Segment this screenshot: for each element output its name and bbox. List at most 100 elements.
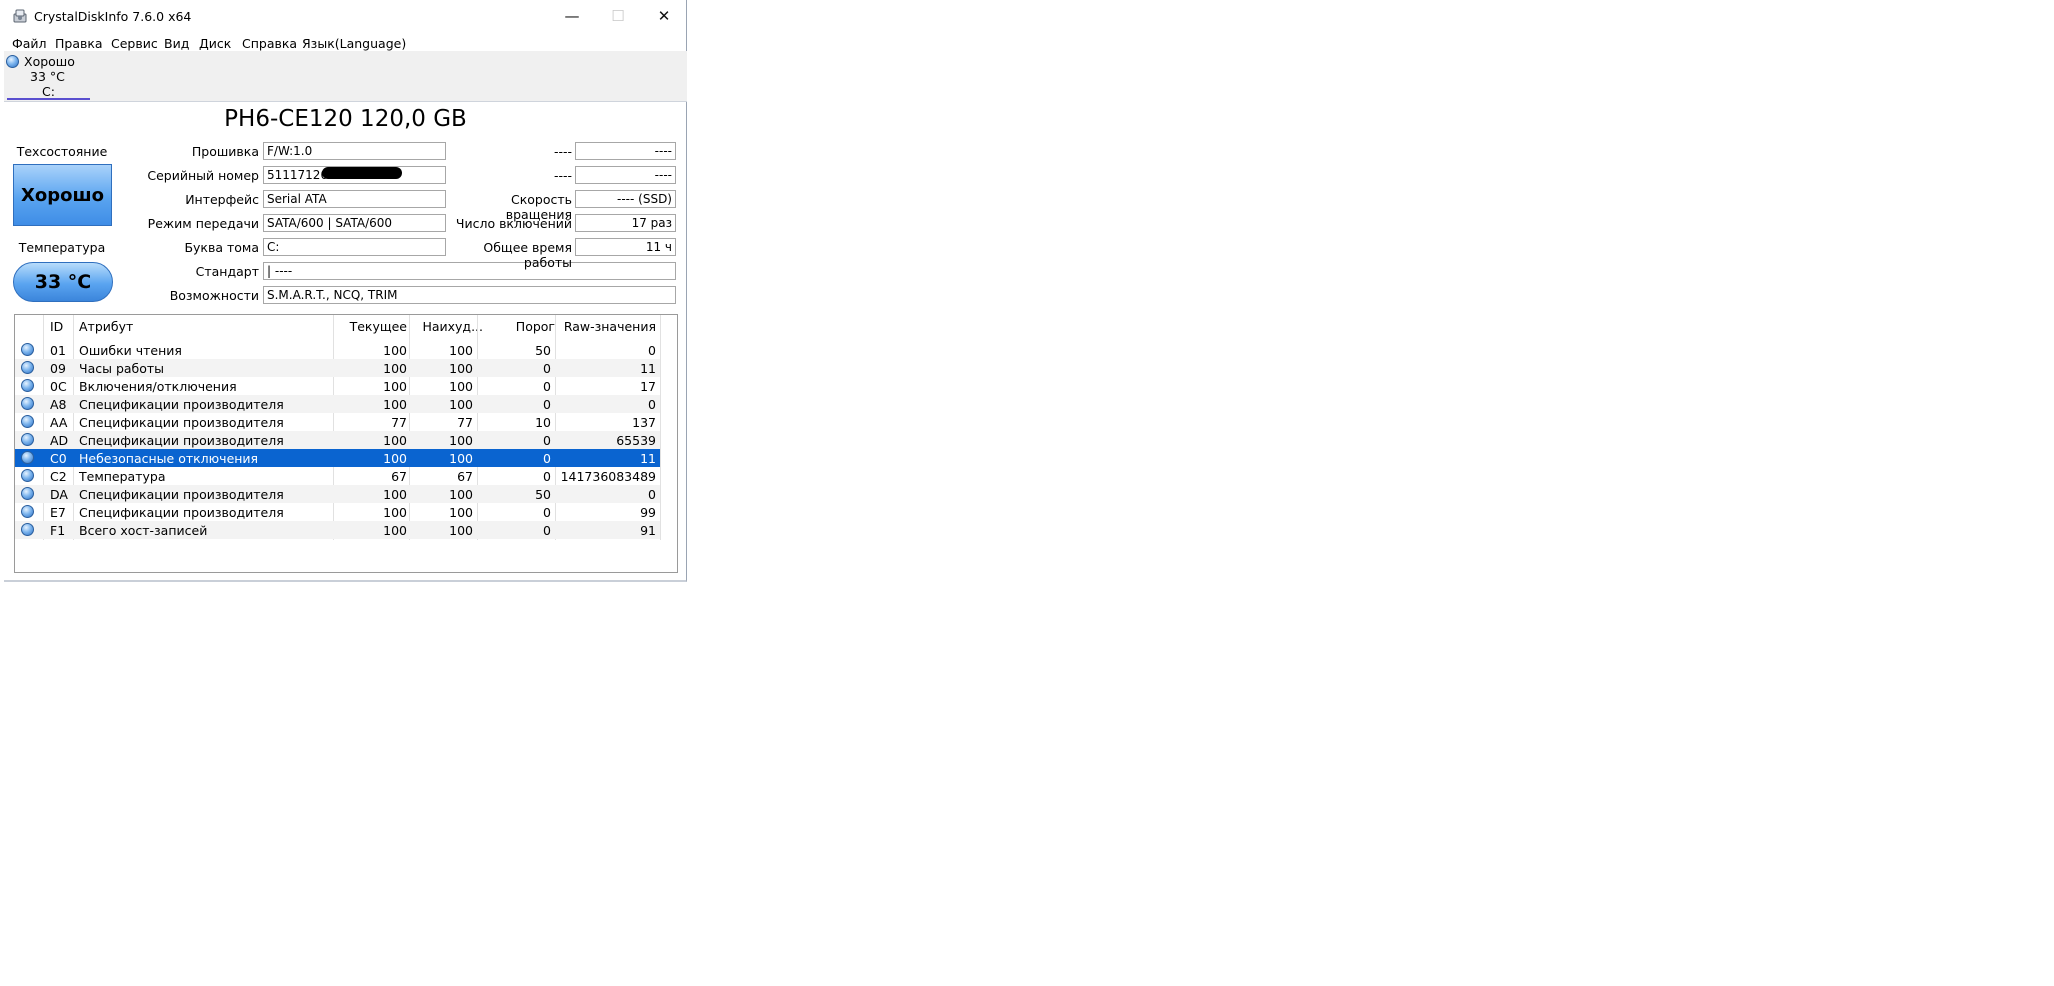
row-id: C0 [50, 451, 67, 466]
disk-model-title: PH6-CE120 120,0 GB [224, 106, 467, 132]
col-current-header[interactable]: Текущее [325, 319, 407, 334]
app-window: CrystalDiskInfo 7.6.0 x64 — ☐ ✕ Файл Пра… [4, 0, 687, 582]
row-id: 09 [50, 361, 66, 376]
row-id: AA [50, 415, 68, 430]
col-separator [660, 315, 661, 540]
row-id: 0C [50, 379, 67, 394]
table-header: ID Атрибут Текущее Наихуд... Порог Raw-з… [15, 315, 677, 337]
title-bar[interactable]: CrystalDiskInfo 7.6.0 x64 — ☐ ✕ [4, 0, 687, 33]
row-raw: 99 [640, 505, 656, 520]
col-attribute-header[interactable]: Атрибут [79, 319, 133, 334]
row-current: 100 [383, 451, 407, 466]
row-raw: 0 [648, 397, 656, 412]
status-dot-icon [21, 343, 34, 356]
row-raw: 137 [632, 415, 656, 430]
status-dot-icon [21, 397, 34, 410]
menu-disk[interactable]: Диск [199, 36, 231, 51]
table-row[interactable]: A8 Спецификации производителя 100 100 0 … [15, 395, 660, 413]
row-worst: 100 [449, 361, 473, 376]
row-attribute: Часы работы [79, 361, 165, 376]
row-threshold: 0 [543, 469, 551, 484]
table-row[interactable]: 0C Включения/отключения 100 100 0 17 [15, 377, 660, 395]
row-attribute: Спецификации производителя [79, 433, 284, 448]
transfer-mode-label: Режим передачи [147, 216, 259, 231]
row-threshold: 0 [543, 505, 551, 520]
col-threshold-header[interactable]: Порог [485, 319, 555, 334]
row-worst: 100 [449, 397, 473, 412]
app-icon [13, 9, 27, 23]
col-raw-header[interactable]: Raw-значения [560, 319, 656, 334]
table-row[interactable]: 09 Часы работы 100 100 0 11 [15, 359, 660, 377]
table-row[interactable]: AA Спецификации производителя 77 77 10 1… [15, 413, 660, 431]
row-id: AD [50, 433, 69, 448]
col-id-header[interactable]: ID [50, 319, 63, 334]
menu-file[interactable]: Файл [12, 36, 47, 51]
health-status-button[interactable]: Хорошо [13, 164, 112, 226]
row-current: 100 [383, 343, 407, 358]
row-worst: 100 [449, 505, 473, 520]
row-attribute: Спецификации производителя [79, 487, 284, 502]
row-current: 100 [383, 487, 407, 502]
volume-label: Буква тома [184, 240, 259, 255]
row-worst: 100 [449, 487, 473, 502]
status-dot-icon [21, 433, 34, 446]
row-threshold: 0 [543, 397, 551, 412]
row-id: DA [50, 487, 68, 502]
table-row[interactable]: E7 Спецификации производителя 100 100 0 … [15, 503, 660, 521]
right-info-label-1: ---- [553, 144, 572, 159]
menu-language[interactable]: Язык(Language) [302, 36, 406, 51]
serial-label: Серийный номер [147, 168, 259, 183]
row-worst: 77 [457, 415, 473, 430]
window-title: CrystalDiskInfo 7.6.0 x64 [34, 9, 192, 24]
menu-edit[interactable]: Правка [55, 36, 103, 51]
row-worst: 100 [449, 451, 473, 466]
right-info-label-2: ---- [553, 168, 572, 183]
firmware-field: F/W:1.0 [263, 142, 446, 160]
row-current: 77 [391, 415, 407, 430]
volume-field: C: [263, 238, 446, 256]
status-dot-icon [21, 451, 34, 464]
row-id: A8 [50, 397, 67, 412]
row-raw: 0 [648, 487, 656, 502]
row-threshold: 0 [543, 379, 551, 394]
row-worst: 100 [449, 379, 473, 394]
right-info-field-2: ---- [575, 166, 676, 184]
row-raw: 91 [640, 523, 656, 538]
redaction-mark [322, 167, 402, 179]
row-worst: 100 [449, 433, 473, 448]
table-row-selected[interactable]: C0 Небезопасные отключения 100 100 0 11 [15, 449, 660, 467]
drive-tab-c[interactable]: Хорошо 33 °C C: [4, 51, 90, 100]
status-dot-icon [21, 523, 34, 536]
row-threshold: 50 [535, 487, 551, 502]
row-attribute: Температура [79, 469, 166, 484]
table-row[interactable]: AD Спецификации производителя 100 100 0 … [15, 431, 660, 449]
row-attribute: Спецификации производителя [79, 415, 284, 430]
status-dot-icon [21, 505, 34, 518]
table-row[interactable]: DA Спецификации производителя 100 100 50… [15, 485, 660, 503]
temperature-label: Температура [18, 240, 106, 255]
status-dot-icon [21, 469, 34, 482]
row-raw: 11 [640, 361, 656, 376]
row-worst: 67 [457, 469, 473, 484]
menu-view[interactable]: Вид [164, 36, 189, 51]
power-hours-label: Общее время работы [483, 240, 572, 270]
row-current: 100 [383, 505, 407, 520]
table-row[interactable]: C2 Температура 67 67 0 141736083489 [15, 467, 660, 485]
col-worst-header[interactable]: Наихуд... [415, 319, 483, 334]
row-threshold: 0 [543, 361, 551, 376]
features-field: S.M.A.R.T., NCQ, TRIM [263, 286, 676, 304]
rotation-speed-field: ---- (SSD) [575, 190, 676, 208]
close-button[interactable]: ✕ [641, 0, 687, 32]
maximize-button[interactable]: ☐ [595, 0, 641, 32]
table-row[interactable]: F1 Всего хост-записей 100 100 0 91 [15, 521, 660, 539]
smart-attributes-table[interactable]: ID Атрибут Текущее Наихуд... Порог Raw-з… [14, 314, 678, 573]
right-info-field-1: ---- [575, 142, 676, 160]
table-row[interactable]: 01 Ошибки чтения 100 100 50 0 [15, 341, 660, 359]
menu-help[interactable]: Справка [242, 36, 297, 51]
temperature-button[interactable]: 33 °C [13, 262, 113, 302]
transfer-mode-field: SATA/600 | SATA/600 [263, 214, 446, 232]
selected-tab-indicator [7, 98, 90, 100]
menu-service[interactable]: Сервис [111, 36, 158, 51]
power-count-label: Число включений [455, 216, 572, 231]
minimize-button[interactable]: — [549, 0, 595, 32]
